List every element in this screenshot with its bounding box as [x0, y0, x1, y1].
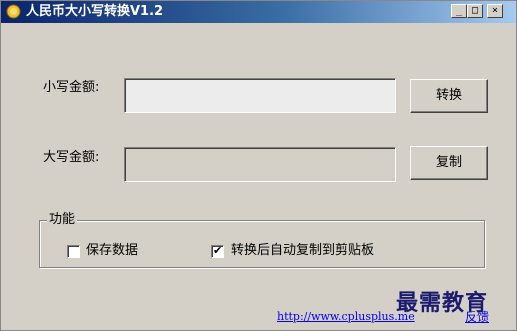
save-data-checkbox[interactable]: [67, 245, 80, 258]
upper-amount-label: 大写金额:: [43, 150, 100, 165]
window-title: 人民币大小写转换V1.2: [26, 4, 164, 19]
lower-amount-label: 小写金额:: [43, 80, 100, 95]
auto-copy-label[interactable]: 转换后自动复制到剪贴板: [231, 243, 374, 259]
upper-amount-field[interactable]: [124, 147, 396, 182]
website-link[interactable]: http://www.cplusplus.me: [277, 310, 415, 323]
copy-button[interactable]: 复制: [410, 146, 488, 180]
check-mark-icon: ✔: [213, 244, 223, 257]
watermark-text: 最需教育: [396, 290, 489, 316]
upper-amount-input[interactable]: [125, 148, 395, 181]
lower-amount-field[interactable]: [124, 78, 396, 113]
options-group-title: 功能: [47, 212, 78, 228]
close-button[interactable]: ×: [487, 4, 503, 18]
convert-button[interactable]: 转换: [410, 79, 488, 113]
title-bar[interactable]: 人民币大小写转换V1.2 _ □ ×: [1, 1, 516, 23]
maximize-button[interactable]: □: [467, 4, 483, 18]
lower-amount-input[interactable]: [125, 79, 395, 112]
save-data-label[interactable]: 保存数据: [86, 243, 138, 259]
auto-copy-checkbox[interactable]: ✔: [211, 245, 224, 258]
coin-icon: [6, 4, 21, 19]
app-window: 人民币大小写转换V1.2 _ □ × 小写金额: 转换 大写金额: 复制 功能 …: [0, 0, 517, 331]
minimize-button[interactable]: _: [451, 4, 467, 18]
